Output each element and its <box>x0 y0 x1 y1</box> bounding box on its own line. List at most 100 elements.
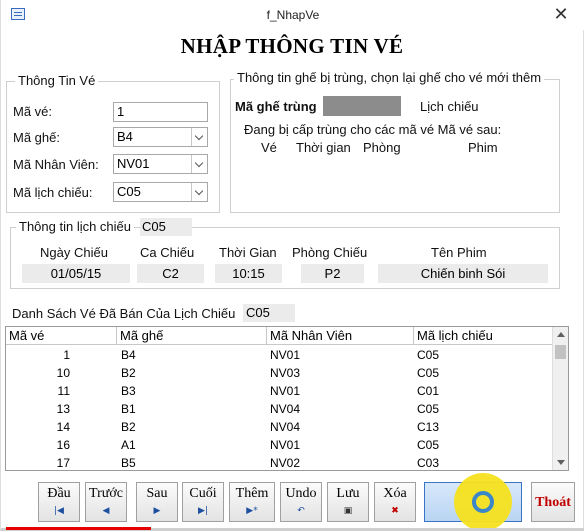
cell-seat: B1 <box>121 402 136 416</box>
cell-schedule: C03 <box>417 456 440 470</box>
table-row[interactable]: 14 B2 NV04 C13 <box>6 418 554 436</box>
first-record-icon: |◀ <box>54 506 64 516</box>
table-scrollbar[interactable] <box>552 327 568 470</box>
cell-schedule: C05 <box>417 402 440 416</box>
chevron-down-icon[interactable] <box>191 128 207 146</box>
duplicate-col-ve: Vé <box>261 140 277 155</box>
cell-ticket-id: 11 <box>57 384 70 398</box>
next-record-icon: ▶ <box>153 506 161 516</box>
seat-id-value: B4 <box>117 129 133 144</box>
table-row[interactable]: 11 B3 NV01 C01 <box>6 382 554 400</box>
prev-button-label: Trước <box>89 486 123 501</box>
show-time-value: 10:15 <box>215 264 282 283</box>
cell-seat: B5 <box>121 456 136 470</box>
duplicate-schedule-label: Lịch chiếu <box>420 99 479 114</box>
sold-tickets-table[interactable]: Mã vé Mã ghế Mã Nhân Viên Mã lịch chiếu … <box>5 326 569 471</box>
table-row[interactable]: 16 A1 NV01 C05 <box>6 436 554 454</box>
show-room-label: Phòng Chiếu <box>292 245 368 260</box>
scroll-down-icon[interactable] <box>557 460 565 465</box>
duplicate-col-film: Phim <box>468 140 498 155</box>
cell-staff: NV02 <box>270 456 301 470</box>
col-header-staff[interactable]: Mã Nhân Viên <box>267 327 414 345</box>
add-record-button[interactable]: Thêm ▶* <box>229 482 275 522</box>
exit-button[interactable]: Thoát <box>531 482 575 522</box>
seat-id-label: Mã ghế: <box>13 130 60 145</box>
staff-id-value: NV01 <box>117 156 150 171</box>
duplicate-seat-label: Mã ghế trùng <box>235 99 317 114</box>
close-icon[interactable]: ✕ <box>549 4 573 24</box>
col-header-schedule[interactable]: Mã lịch chiếu <box>414 327 554 345</box>
first-button-label: Đầu <box>47 486 71 501</box>
duplicate-col-room: Phòng <box>363 140 401 155</box>
cell-ticket-id: 13 <box>56 402 70 416</box>
save-button-label: Lưu <box>336 486 360 501</box>
show-time-label: Thời Gian <box>219 245 277 260</box>
schedule-info-legend: Thông tin lịch chiếu <box>16 219 135 234</box>
duplicate-note: Đang bị cấp trùng cho các mã vé Mã vé sa… <box>244 122 502 137</box>
col-header-ticket[interactable]: Mã vé <box>6 327 117 345</box>
cell-schedule: C01 <box>417 384 440 398</box>
cell-schedule: C05 <box>417 366 440 380</box>
show-slot-label: Ca Chiếu <box>140 245 195 260</box>
schedule-id-label: Mã lịch chiếu: <box>13 185 93 200</box>
table-row[interactable]: 10 B2 NV03 C05 <box>6 364 554 382</box>
duplicate-seat-legend: Thông tin ghế bị trùng, chọn lại ghế cho… <box>234 70 545 85</box>
chevron-down-icon[interactable] <box>191 183 207 201</box>
last-record-button[interactable]: Cuối ▶| <box>182 482 224 522</box>
cursor-ring-icon <box>472 491 494 513</box>
staff-id-combo[interactable]: NV01 <box>113 154 208 174</box>
prev-record-button[interactable]: Trước ◀ <box>85 482 127 522</box>
show-date-label: Ngày Chiếu <box>40 245 108 260</box>
window-title: f_NhapVe <box>266 8 320 22</box>
duplicate-col-time: Thời gian <box>296 140 351 155</box>
scroll-up-icon[interactable] <box>557 332 565 337</box>
schedule-id-combo[interactable]: C05 <box>113 182 208 202</box>
undo-icon: ↶ <box>297 506 305 516</box>
page-title: NHẬP THÔNG TIN VÉ <box>180 34 404 58</box>
staff-id-label: Mã Nhân Viên: <box>13 157 99 172</box>
cell-ticket-id: 14 <box>56 420 70 434</box>
show-date-value: 01/05/15 <box>22 264 130 283</box>
table-row[interactable]: 1 B4 NV01 C05 <box>6 346 554 364</box>
new-record-icon: ▶* <box>246 506 258 516</box>
cell-seat: B2 <box>121 420 136 434</box>
ticket-id-input[interactable]: 1 <box>113 102 208 122</box>
delete-icon: ✖ <box>391 506 399 516</box>
cell-ticket-id: 10 <box>56 366 70 380</box>
mouse-cursor-highlight <box>454 473 512 531</box>
cell-staff: NV01 <box>270 438 301 452</box>
delete-button[interactable]: Xóa ✖ <box>374 482 416 522</box>
add-button-label: Thêm <box>235 486 269 501</box>
chevron-down-icon[interactable] <box>191 155 207 173</box>
col-header-seat[interactable]: Mã ghế <box>117 327 267 345</box>
schedule-info-code: C05 <box>140 218 192 236</box>
next-record-button[interactable]: Sau ▶ <box>136 482 178 522</box>
first-record-button[interactable]: Đầu |◀ <box>38 482 80 522</box>
save-button[interactable]: Lưu ▣ <box>327 482 369 522</box>
seat-id-combo[interactable]: B4 <box>113 127 208 147</box>
table-row[interactable]: 17 B5 NV02 C03 <box>6 454 554 470</box>
show-slot-value: C2 <box>137 264 204 283</box>
cell-staff: NV04 <box>270 420 301 434</box>
cell-seat: B2 <box>121 366 136 380</box>
video-progress-bar <box>6 527 151 530</box>
delete-button-label: Xóa <box>383 486 407 501</box>
scroll-thumb[interactable] <box>555 345 566 359</box>
duplicate-seat-value <box>323 96 401 116</box>
cell-staff: NV01 <box>270 348 301 362</box>
table-row[interactable]: 13 B1 NV04 C05 <box>6 400 554 418</box>
undo-button[interactable]: Undo ↶ <box>280 482 322 522</box>
cell-schedule: C13 <box>417 420 440 434</box>
cell-schedule: C05 <box>417 438 440 452</box>
next-button-label: Sau <box>146 486 168 501</box>
ticket-info-legend: Thông Tin Vé <box>15 73 99 88</box>
last-record-icon: ▶| <box>198 506 208 516</box>
cell-ticket-id: 16 <box>56 438 70 452</box>
cell-staff: NV01 <box>270 384 301 398</box>
film-name-value: Chiến binh Sói <box>378 264 548 283</box>
show-room-value: P2 <box>301 264 364 283</box>
cell-seat: B4 <box>121 348 136 362</box>
ticket-id-label: Mã vé: <box>13 104 53 119</box>
cell-schedule: C05 <box>417 348 440 362</box>
cell-ticket-id: 1 <box>63 348 70 362</box>
